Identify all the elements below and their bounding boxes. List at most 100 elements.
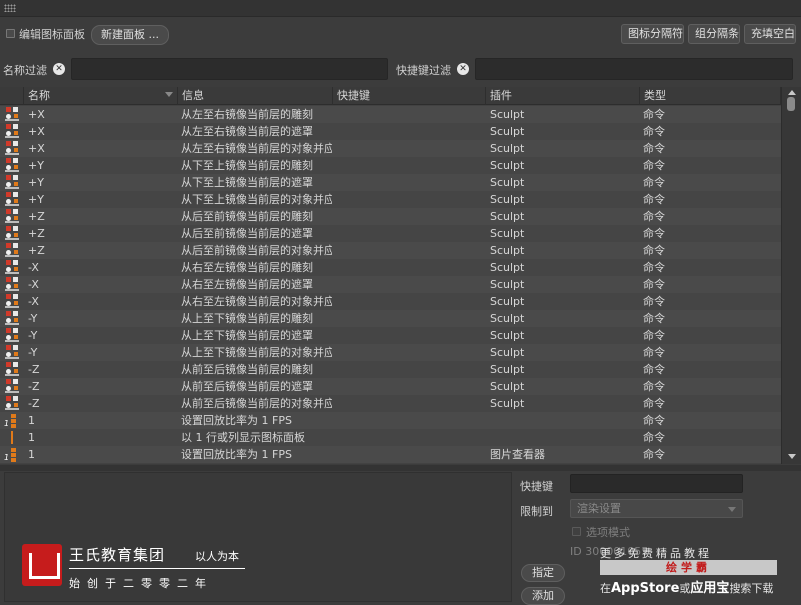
restrict-select[interactable]: 渲染设置 <box>570 499 743 518</box>
brand-slogan: 以人为本 <box>195 550 239 563</box>
column-header-shortcut[interactable]: 快捷键 <box>333 87 486 105</box>
name-filter-input[interactable] <box>71 58 388 80</box>
row-name: -Y <box>28 312 38 325</box>
row-type: 命令 <box>643 125 665 138</box>
row-shortcut <box>336 242 485 259</box>
row-info: 从左至右镜像当前层的遮罩 <box>181 125 313 138</box>
row-type: 命令 <box>643 431 665 444</box>
row-info: 设置回放比率为 1 FPS <box>181 414 292 427</box>
clear-name-filter-icon[interactable]: ✕ <box>53 63 65 75</box>
table-row[interactable]: +X 从左至右镜像当前层的遮罩 Sculpt 命令 <box>0 123 781 140</box>
shortcut-filter-input[interactable] <box>475 58 793 80</box>
fill-space-button[interactable]: 充填空白 <box>744 24 796 44</box>
brand-subtitle: 始创于二零零二年 <box>69 577 213 590</box>
row-name: +Z <box>28 227 45 240</box>
column-header-name-label: 名称 <box>28 89 50 102</box>
shortcut-input[interactable] <box>570 474 743 493</box>
group-separator-button[interactable]: 组分隔条 <box>688 24 740 44</box>
table-row[interactable]: -Y 从上至下镜像当前层的对象并应 Sculpt 命令 <box>0 344 781 361</box>
mirror-x-pos-mask-icon <box>3 124 23 139</box>
column-header-type[interactable]: 类型 <box>640 87 781 105</box>
assign-button[interactable]: 指定 <box>521 564 565 582</box>
filter-row: 名称过滤 ✕ 快捷键过滤 ✕ <box>0 57 801 83</box>
table-row[interactable]: -X 从右至左镜像当前层的雕刻 Sculpt 命令 <box>0 259 781 276</box>
scroll-down-icon[interactable] <box>788 454 796 459</box>
row-name: +Y <box>28 159 44 172</box>
clear-shortcut-filter-icon[interactable]: ✕ <box>457 63 469 75</box>
table-row[interactable]: -Y 从上至下镜像当前层的遮罩 Sculpt 命令 <box>0 327 781 344</box>
table-row[interactable]: +Z 从后至前镜像当前层的对象并应 Sculpt 命令 <box>0 242 781 259</box>
table-header: 名称 信息 快捷键 插件 类型 <box>0 87 781 105</box>
scroll-up-icon[interactable] <box>788 90 796 95</box>
table-row[interactable]: -Y 从上至下镜像当前层的雕刻 Sculpt 命令 <box>0 310 781 327</box>
table-row[interactable]: +X 从左至右镜像当前层的对象并应 Sculpt 命令 <box>0 140 781 157</box>
promo-bottom-text: 在AppStore或应用宝搜索下载 <box>600 577 773 596</box>
column-header-plugin[interactable]: 插件 <box>486 87 640 105</box>
table-row[interactable]: 1 1 设置回放比率为 1 FPS 图片查看器 命令 <box>0 446 781 463</box>
table-row[interactable]: -Z 从前至后镜像当前层的雕刻 Sculpt 命令 <box>0 361 781 378</box>
option-mode-checkbox[interactable] <box>572 527 581 536</box>
row-name: 1 <box>28 414 35 427</box>
row-type: 命令 <box>643 414 665 427</box>
row-plugin: Sculpt <box>490 380 525 393</box>
row-plugin: Sculpt <box>490 176 525 189</box>
promo-appstore: AppStore <box>611 581 680 596</box>
row-plugin: Sculpt <box>490 142 525 155</box>
row-shortcut <box>336 157 485 174</box>
row-name: +Y <box>28 193 44 206</box>
icon-separator-button[interactable]: 图标分隔符 <box>621 24 684 44</box>
table-row[interactable]: -X 从右至左镜像当前层的对象并应 Sculpt 命令 <box>0 293 781 310</box>
add-button[interactable]: 添加 <box>521 587 565 605</box>
table-row[interactable]: -Z 从前至后镜像当前层的对象并应 Sculpt 命令 <box>0 395 781 412</box>
mirror-y-pos-mask-icon <box>3 175 23 190</box>
row-icon-cell <box>3 157 25 174</box>
new-palette-button[interactable]: 新建面板 ... <box>91 25 169 45</box>
row-icon-cell: 1 <box>3 412 25 429</box>
row-shortcut <box>336 395 485 412</box>
row-type: 命令 <box>643 159 665 172</box>
row-name: +X <box>28 142 45 155</box>
table-row[interactable]: +Y 从下至上镜像当前层的遮罩 Sculpt 命令 <box>0 174 781 191</box>
scroll-thumb[interactable] <box>787 97 795 111</box>
table-row[interactable]: 1 1 设置回放比率为 1 FPS 命令 <box>0 412 781 429</box>
row-shortcut <box>336 378 485 395</box>
table-row[interactable]: -X 从右至左镜像当前层的遮罩 Sculpt 命令 <box>0 276 781 293</box>
edit-palette-checkbox[interactable] <box>6 29 15 38</box>
promo-bottom-prefix: 在 <box>600 582 611 595</box>
row-type: 命令 <box>643 363 665 376</box>
row-icon-cell <box>3 429 25 446</box>
table-row[interactable]: +Y 从下至上镜像当前层的雕刻 Sculpt 命令 <box>0 157 781 174</box>
drag-grip-icon[interactable] <box>4 4 16 12</box>
mirror-z-neg-object-icon <box>3 396 23 411</box>
row-type: 命令 <box>643 142 665 155</box>
column-header-name[interactable]: 名称 <box>24 87 178 105</box>
mirror-y-pos-object-icon <box>3 192 23 207</box>
row-icon-cell: 1 <box>3 446 25 463</box>
row-shortcut <box>336 293 485 310</box>
table-row[interactable]: -Z 从前至后镜像当前层的遮罩 Sculpt 命令 <box>0 378 781 395</box>
table-row[interactable]: +Y 从下至上镜像当前层的对象并应 Sculpt 命令 <box>0 191 781 208</box>
table-vertical-scrollbar[interactable] <box>781 87 801 464</box>
row-info: 从上至下镜像当前层的雕刻 <box>181 312 313 325</box>
row-shortcut <box>336 327 485 344</box>
row-type: 命令 <box>643 380 665 393</box>
panel-divider[interactable] <box>0 465 801 471</box>
row-type: 命令 <box>643 346 665 359</box>
row-info: 设置回放比率为 1 FPS <box>181 448 292 461</box>
row-info: 从后至前镜像当前层的雕刻 <box>181 210 313 223</box>
row-icon-cell <box>3 327 25 344</box>
table-row[interactable]: +Z 从后至前镜像当前层的雕刻 Sculpt 命令 <box>0 208 781 225</box>
row-type: 命令 <box>643 227 665 240</box>
row-plugin: Sculpt <box>490 312 525 325</box>
row-plugin: Sculpt <box>490 159 525 172</box>
shortcut-label: 快捷键 <box>520 480 553 493</box>
row-name: -Z <box>28 397 40 410</box>
row-icon-cell <box>3 259 25 276</box>
table-row[interactable]: 1 以 1 行或列显示图标面板 命令 <box>0 429 781 446</box>
table-row[interactable]: +X 从左至右镜像当前层的雕刻 Sculpt 命令 <box>0 106 781 123</box>
column-header-info[interactable]: 信息 <box>178 87 333 105</box>
table-row[interactable]: +Z 从后至前镜像当前层的遮罩 Sculpt 命令 <box>0 225 781 242</box>
layout-rows-icon <box>3 430 23 445</box>
row-name: 1 <box>28 448 35 461</box>
row-icon-cell <box>3 276 25 293</box>
